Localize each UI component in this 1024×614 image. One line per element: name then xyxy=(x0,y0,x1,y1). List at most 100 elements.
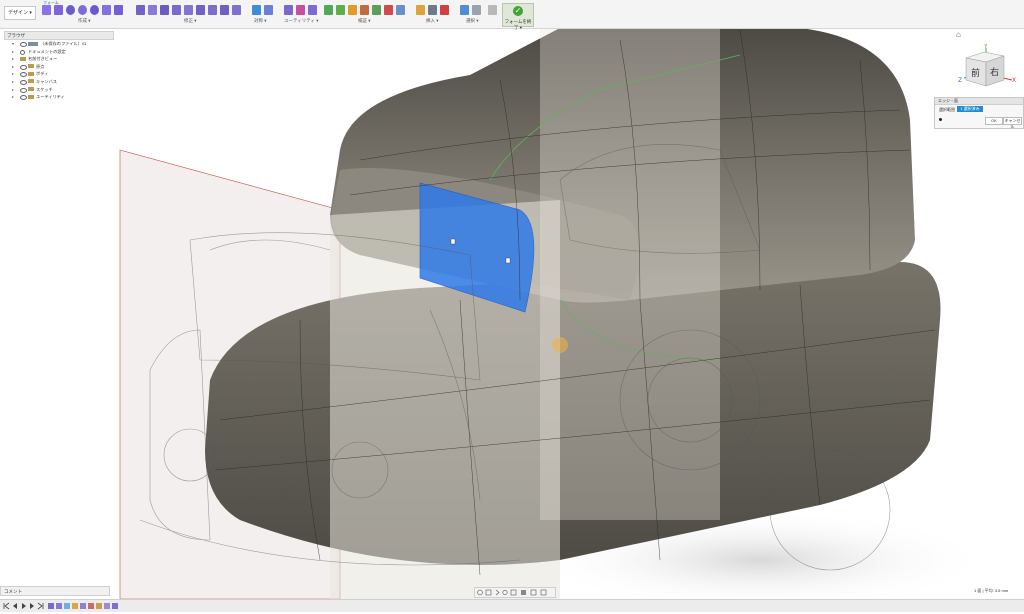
tree-item-document-settings[interactable]: ▸ ドキュメントの設定 xyxy=(4,48,114,56)
interference-icon[interactable] xyxy=(336,5,345,15)
display-settings-icon[interactable] xyxy=(521,590,526,595)
finish-form-button[interactable]: ✓ フォームを終了 ▾ xyxy=(502,3,534,30)
selection-field[interactable]: 1 選択済み xyxy=(957,106,983,112)
expand-arrow-icon[interactable]: ▸ xyxy=(12,86,14,94)
draft-analysis-icon[interactable] xyxy=(372,5,381,15)
go-to-start-icon[interactable] xyxy=(3,602,10,610)
pan-icon[interactable] xyxy=(495,589,500,596)
zebra-icon[interactable] xyxy=(360,5,369,15)
step-back-icon[interactable] xyxy=(13,603,17,609)
timeline-sketch-icon[interactable] xyxy=(88,603,94,609)
weld-icon[interactable] xyxy=(196,5,205,15)
flatten-icon[interactable] xyxy=(232,5,241,15)
orbit-icon[interactable] xyxy=(477,589,483,596)
display-mode-icon[interactable] xyxy=(284,5,293,15)
timeline-canvas-icon[interactable] xyxy=(64,603,70,609)
sphere-tool-icon[interactable] xyxy=(78,5,87,15)
torus-tool-icon[interactable] xyxy=(90,5,99,15)
group-utilities[interactable]: ユーティリティ ▾ xyxy=(284,18,318,24)
workspace-switcher[interactable]: デザイン ▾ xyxy=(4,6,36,20)
timeline-form-feature-icon[interactable] xyxy=(112,603,118,609)
expand-arrow-icon[interactable]: ▸ xyxy=(12,93,14,101)
quadball-tool-icon[interactable] xyxy=(102,5,111,15)
model-view[interactable] xyxy=(0,28,1024,610)
group-inspect[interactable]: 検証 ▾ xyxy=(358,18,371,24)
measure-icon[interactable] xyxy=(324,5,333,15)
select-tool-icon[interactable] xyxy=(460,5,469,15)
uncrease-icon[interactable] xyxy=(220,5,229,15)
timeline-canvas-icon[interactable] xyxy=(96,603,102,609)
bridge-icon[interactable] xyxy=(172,5,181,15)
insert-mesh-icon[interactable] xyxy=(428,5,437,15)
fill-hole-icon[interactable] xyxy=(184,5,193,15)
circular-symmetry-icon[interactable] xyxy=(264,5,273,15)
visibility-eye-icon[interactable] xyxy=(20,64,27,70)
tree-item-origin[interactable]: ▸ 原点 xyxy=(4,63,114,71)
visibility-eye-icon[interactable] xyxy=(20,79,27,85)
timeline-form-feature-icon[interactable] xyxy=(104,603,110,609)
go-to-end-icon[interactable] xyxy=(37,602,44,610)
expand-arrow-icon[interactable]: ▸ xyxy=(12,55,14,63)
pipe-tool-icon[interactable] xyxy=(114,5,123,15)
browser-header[interactable]: ブラウザ xyxy=(4,31,114,40)
tree-item-utilities[interactable]: ▸ ユーティリティ xyxy=(4,93,114,101)
timeline-form-feature-icon[interactable] xyxy=(56,603,62,609)
timeline-canvas-icon[interactable] xyxy=(72,603,78,609)
tree-item-root[interactable]: ▾ （未保存のファイル）v1 xyxy=(4,40,114,48)
tree-item-canvases[interactable]: ▸ キャンバス xyxy=(4,78,114,86)
accessibility-icon[interactable] xyxy=(384,5,393,15)
visibility-eye-icon[interactable] xyxy=(20,72,27,78)
group-create[interactable]: 作成 ▾ xyxy=(78,18,91,24)
timeline-form-feature-icon[interactable] xyxy=(48,603,54,609)
visibility-eye-icon[interactable] xyxy=(20,42,27,47)
plane-tool-icon[interactable] xyxy=(54,5,63,15)
insert-edge-icon[interactable] xyxy=(148,5,157,15)
face-handle[interactable] xyxy=(450,238,456,245)
timeline-form-feature-icon[interactable] xyxy=(80,603,86,609)
make-uniform-icon[interactable] xyxy=(308,5,317,15)
comments-panel[interactable]: コメント xyxy=(0,586,110,596)
section-analysis-icon[interactable] xyxy=(396,5,405,15)
insert-svg-icon[interactable] xyxy=(440,5,449,15)
repair-body-icon[interactable] xyxy=(296,5,305,15)
crease-icon[interactable] xyxy=(208,5,217,15)
viewports-icon[interactable] xyxy=(540,589,547,596)
tree-item-named-views[interactable]: ▸ 名前付きビュー xyxy=(4,55,114,63)
dialog-title[interactable]: エッジ・面 xyxy=(935,98,1023,105)
zoom-icon[interactable] xyxy=(502,589,508,596)
fit-icon[interactable] xyxy=(510,589,517,596)
home-icon[interactable]: ⌂ xyxy=(956,30,964,39)
group-modify[interactable]: 修正 ▾ xyxy=(184,18,197,24)
info-icon[interactable] xyxy=(939,118,942,121)
window-select-icon[interactable] xyxy=(472,5,481,15)
subdivide-icon[interactable] xyxy=(160,5,169,15)
mirror-internal-icon[interactable] xyxy=(252,5,261,15)
expand-arrow-icon[interactable]: ▸ xyxy=(12,78,14,86)
ok-button[interactable]: OK xyxy=(985,117,1003,125)
viewport-canvas[interactable] xyxy=(0,28,1024,610)
tree-item-sketches[interactable]: ▸ スケッチ xyxy=(4,86,114,94)
cancel-button[interactable]: キャンセル xyxy=(1003,117,1022,129)
face-handle[interactable] xyxy=(505,257,511,264)
look-at-icon[interactable] xyxy=(485,589,492,596)
step-forward-icon[interactable] xyxy=(30,603,34,609)
expand-arrow-icon[interactable]: ▸ xyxy=(12,63,14,71)
expand-arrow-icon[interactable]: ▸ xyxy=(12,48,14,56)
edit-form-icon[interactable] xyxy=(136,5,145,15)
curvature-icon[interactable] xyxy=(348,5,357,15)
insert-canvas-icon[interactable] xyxy=(416,5,425,15)
paint-select-icon[interactable] xyxy=(488,5,497,15)
viewcube[interactable]: 前 右 Y X Z xyxy=(952,44,1018,94)
visibility-eye-icon[interactable] xyxy=(20,95,27,101)
visibility-eye-icon[interactable] xyxy=(20,87,27,93)
grid-settings-icon[interactable] xyxy=(530,589,537,596)
group-insert[interactable]: 挿入 ▾ xyxy=(426,18,439,24)
group-symmetry[interactable]: 対称 ▾ xyxy=(254,18,267,24)
group-select[interactable]: 選択 ▾ xyxy=(466,18,479,24)
play-icon[interactable] xyxy=(22,603,26,609)
collapse-arrow-icon[interactable]: ▾ xyxy=(12,40,14,48)
tree-item-bodies[interactable]: ▸ ボディ xyxy=(4,70,114,78)
box-tool-icon[interactable] xyxy=(42,5,51,15)
cylinder-tool-icon[interactable] xyxy=(66,5,75,15)
expand-arrow-icon[interactable]: ▸ xyxy=(12,70,14,78)
